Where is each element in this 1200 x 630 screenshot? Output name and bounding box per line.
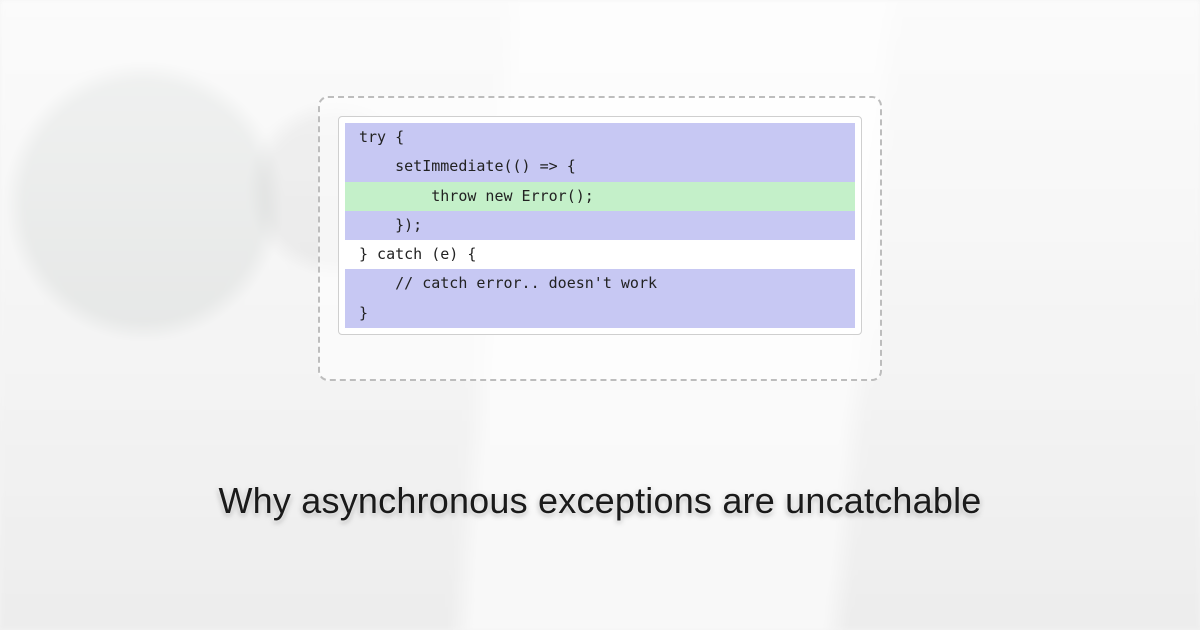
code-line: throw new Error(); [345, 182, 855, 211]
code-frame: try { setImmediate(() => { throw new Err… [318, 96, 882, 381]
code-line: } [345, 299, 855, 328]
page-title: Why asynchronous exceptions are uncatcha… [218, 480, 981, 522]
code-line: // catch error.. doesn't work [345, 269, 855, 298]
code-card: try { setImmediate(() => { throw new Err… [338, 116, 862, 335]
code-line: } catch (e) { [345, 240, 855, 269]
code-line: try { [345, 123, 855, 152]
code-line: setImmediate(() => { [345, 152, 855, 181]
code-line: }); [345, 211, 855, 240]
code-block: try { setImmediate(() => { throw new Err… [345, 123, 855, 328]
